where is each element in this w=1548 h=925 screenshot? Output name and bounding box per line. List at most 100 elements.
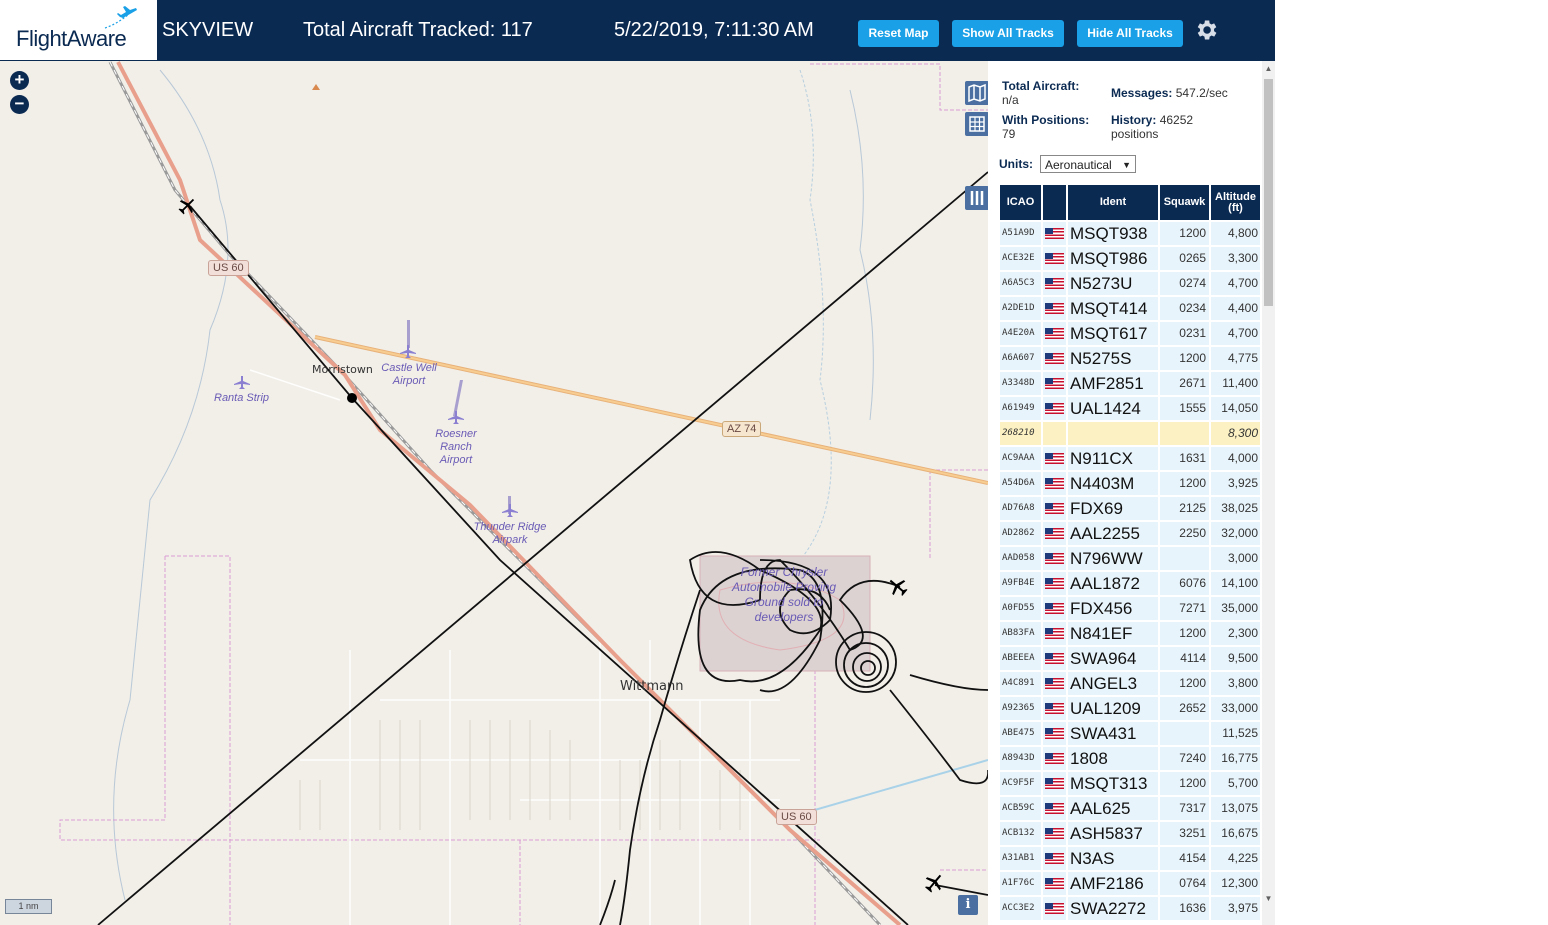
hide-all-tracks-button[interactable]: Hide All Tracks (1077, 20, 1183, 47)
table-row[interactable]: AD2862 AAL2255 2250 32,000 (1000, 522, 1260, 545)
cell-squawk (1160, 547, 1209, 570)
cell-altitude: 8,300 (1211, 422, 1260, 445)
table-row[interactable]: ACB132 ASH5837 3251 16,675 (1000, 822, 1260, 845)
cell-ident: AMF2186 (1068, 872, 1158, 895)
cell-altitude: 32,000 (1211, 522, 1260, 545)
table-row[interactable]: ACC3E2 SWA2272 1636 3,975 (1000, 897, 1260, 920)
column-header-flag[interactable] (1043, 185, 1066, 220)
table-row[interactable]: AC9AAA N911CX 1631 4,000 (1000, 447, 1260, 470)
cell-icao: AAD058 (1000, 547, 1041, 570)
columns-toggle-button[interactable] (965, 186, 988, 210)
us-flag-icon (1045, 603, 1064, 614)
cell-ident: MSQT313 (1068, 772, 1158, 795)
datetime: 5/22/2019, 7:11:30 AM (614, 19, 814, 41)
map-canvas[interactable] (0, 61, 988, 925)
cell-icao: A2DE1D (1000, 297, 1041, 320)
cell-altitude: 11,400 (1211, 372, 1260, 395)
table-row[interactable]: A3348D AMF2851 2671 11,400 (1000, 372, 1260, 395)
cell-flag (1043, 422, 1066, 445)
grid-toggle-button[interactable] (965, 112, 988, 136)
stat-label: Total Aircraft: (1002, 79, 1080, 93)
column-header-squawk[interactable]: Squawk (1160, 185, 1209, 220)
cell-squawk: 6076 (1160, 572, 1209, 595)
cell-altitude: 3,800 (1211, 672, 1260, 695)
us-flag-icon (1045, 578, 1064, 589)
table-row[interactable]: A92365 UAL1209 2652 33,000 (1000, 697, 1260, 720)
units-select[interactable]: Aeronautical ▼ (1040, 155, 1136, 173)
cell-ident: SWA964 (1068, 647, 1158, 670)
airport-label-thunder-ridge: Thunder Ridge Airpark (473, 521, 547, 546)
cell-flag (1043, 697, 1066, 720)
cell-altitude: 3,000 (1211, 547, 1260, 570)
flightaware-logo[interactable]: FlightAware (0, 0, 157, 60)
road-shield-us60: US 60 (208, 260, 249, 276)
cell-altitude: 16,775 (1211, 747, 1260, 770)
cell-ident: MSQT414 (1068, 297, 1158, 320)
cell-icao: ACB132 (1000, 822, 1041, 845)
cell-icao: A6A607 (1000, 347, 1041, 370)
table-row[interactable]: A1F76C AMF2186 0764 12,300 (1000, 872, 1260, 895)
scroll-down-icon[interactable]: ▼ (1262, 892, 1275, 906)
table-row[interactable]: AD76A8 FDX69 2125 38,025 (1000, 497, 1260, 520)
map-view[interactable]: Morristown Wittmann Castle Well Airport … (0, 61, 988, 925)
cell-flag (1043, 322, 1066, 345)
table-row[interactable]: AB83FA N841EF 1200 2,300 (1000, 622, 1260, 645)
scale-bar: 1 nm (5, 899, 52, 914)
cell-icao: A1F76C (1000, 872, 1041, 895)
table-row[interactable]: A2DE1D MSQT414 0234 4,400 (1000, 297, 1260, 320)
cell-icao: A4E20A (1000, 322, 1041, 345)
scrollbar-thumb[interactable] (1264, 79, 1273, 306)
table-row[interactable]: ABEEEA SWA964 4114 9,500 (1000, 647, 1260, 670)
table-row[interactable]: A4C891 ANGEL3 1200 3,800 (1000, 672, 1260, 695)
table-row[interactable]: A6A607 N5275S 1200 4,775 (1000, 347, 1260, 370)
aircraft-plane-icon[interactable] (176, 194, 198, 218)
cell-squawk: 2250 (1160, 522, 1209, 545)
cell-flag (1043, 247, 1066, 270)
cell-squawk: 1200 (1160, 347, 1209, 370)
aircraft-panel: Total Aircraft: n/a Messages: 547.2/sec … (988, 61, 1275, 925)
columns-icon (970, 191, 984, 205)
airport-label-castle-well: Castle Well Airport (381, 362, 437, 387)
table-row[interactable]: ACE32E MSQT986 0265 3,300 (1000, 247, 1260, 270)
table-row[interactable]: A4E20A MSQT617 0231 4,700 (1000, 322, 1260, 345)
stat-label: History: (1111, 113, 1157, 127)
zoom-in-button[interactable]: + (10, 71, 29, 90)
stat-messages: Messages: 547.2/sec (1111, 86, 1261, 100)
scroll-up-icon[interactable]: ▲ (1262, 62, 1275, 76)
column-header-ident[interactable]: Ident (1068, 185, 1158, 220)
zoom-out-button[interactable]: − (10, 95, 29, 114)
us-flag-icon (1045, 253, 1064, 264)
cell-squawk: 1631 (1160, 447, 1209, 470)
table-row[interactable]: A31AB1 N3AS 4154 4,225 (1000, 847, 1260, 870)
aircraft-plane-icon[interactable] (886, 575, 910, 599)
cell-ident: MSQT938 (1068, 222, 1158, 245)
cell-flag (1043, 547, 1066, 570)
table-row[interactable]: A6A5C3 N5273U 0274 4,700 (1000, 272, 1260, 295)
table-row[interactable]: AC9F5F MSQT313 1200 5,700 (1000, 772, 1260, 795)
table-row[interactable]: A8943D 1808 7240 16,775 (1000, 747, 1260, 770)
table-row[interactable]: AAD058 N796WW 3,000 (1000, 547, 1260, 570)
cell-flag (1043, 722, 1066, 745)
cell-ident: MSQT617 (1068, 322, 1158, 345)
table-row[interactable]: ACB59C AAL625 7317 13,075 (1000, 797, 1260, 820)
us-flag-icon (1045, 228, 1064, 239)
cell-ident: ANGEL3 (1068, 672, 1158, 695)
table-row[interactable]: A61949 UAL1424 1555 14,050 (1000, 397, 1260, 420)
show-all-tracks-button[interactable]: Show All Tracks (952, 20, 1064, 47)
column-header-altitude[interactable]: Altitude (ft) (1211, 185, 1260, 220)
reset-map-button[interactable]: Reset Map (858, 20, 939, 47)
table-row[interactable]: A0FD55 FDX456 7271 35,000 (1000, 597, 1260, 620)
table-row[interactable]: 268210 8,300 (1000, 422, 1260, 445)
table-row[interactable]: A51A9D MSQT938 1200 4,800 (1000, 222, 1260, 245)
table-row[interactable]: ABE475 SWA431 11,525 (1000, 722, 1260, 745)
column-header-icao[interactable]: ICAO (1000, 185, 1041, 220)
info-button[interactable]: i (958, 895, 978, 915)
map-layer-button[interactable] (965, 81, 988, 105)
cell-squawk: 2652 (1160, 697, 1209, 720)
table-row[interactable]: A54D6A N4403M 1200 3,925 (1000, 472, 1260, 495)
airport-icon (448, 411, 464, 424)
table-row[interactable]: A9FB4E AAL1872 6076 14,100 (1000, 572, 1260, 595)
gear-icon[interactable] (1193, 17, 1219, 43)
aircraft-plane-icon[interactable] (922, 871, 946, 895)
stat-history: History: 46252 positions (1111, 113, 1221, 141)
